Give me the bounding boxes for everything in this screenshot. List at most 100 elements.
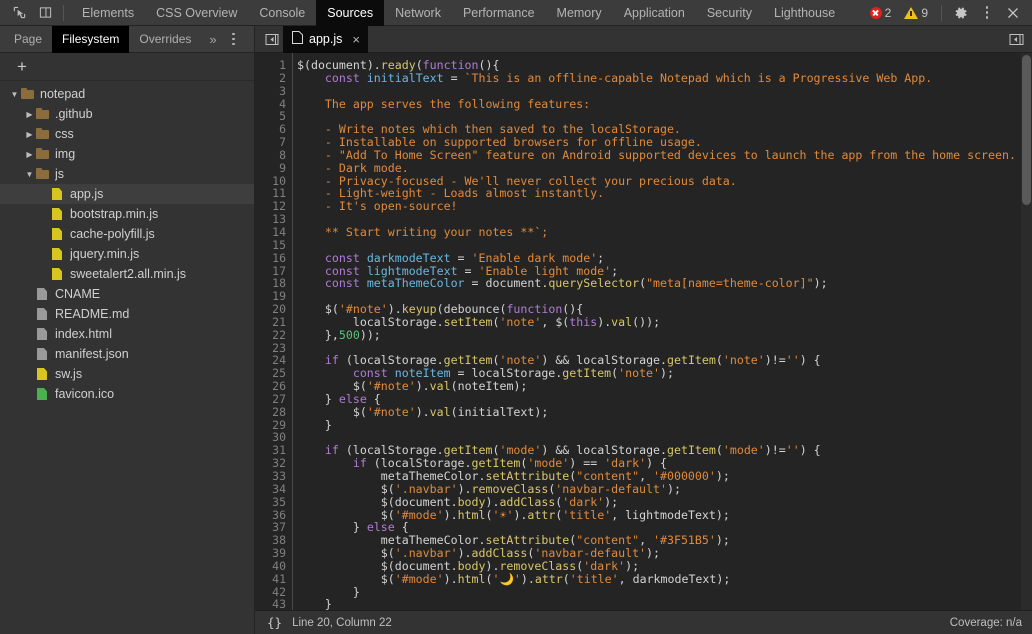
code-line[interactable]: The app serves the following features: [297,97,1032,111]
tree-item-app-js[interactable]: app.js [0,184,254,204]
nav-tab-page[interactable]: Page [4,26,52,53]
tab-application-label: Application [623,5,685,20]
code-line[interactable]: } [297,418,1032,432]
editor-tab-app-js[interactable]: app.js × [283,25,368,53]
code-line[interactable]: localStorage.setItem('note', $(this).val… [297,315,1032,329]
line-number[interactable]: 27 [255,393,286,406]
device-toolbar-icon[interactable] [32,1,58,25]
tab-elements[interactable]: Elements [71,0,145,26]
editor-vertical-scrollbar[interactable] [1021,53,1032,610]
source-code[interactable]: $(document).ready(function(){ const init… [293,53,1032,610]
code-line[interactable]: - It's open-source! [297,200,1032,213]
file-icon [51,187,64,201]
line-number[interactable]: 43 [255,598,286,610]
tab-css-overview[interactable]: CSS Overview [145,0,248,26]
file-icon [51,267,64,281]
tree-item-js[interactable]: ▼ js [0,164,254,184]
add-folder-button[interactable]: + [12,58,32,75]
line-number[interactable]: 2 [255,71,286,85]
tab-security[interactable]: Security [696,0,763,26]
chevron-right-icon[interactable]: ▶ [23,110,36,119]
chevron-down-icon[interactable]: ▼ [8,90,21,99]
editor-status-bar: {} Line 20, Column 22 Coverage: n/a [255,610,1032,634]
folder-icon [36,107,49,121]
line-number[interactable]: 40 [255,560,286,573]
show-navigator-icon[interactable] [261,30,283,48]
line-number[interactable]: 21 [255,316,286,329]
tree-item-label: cache-polyfill.js [70,227,155,241]
code-line[interactable]: } [297,598,1032,610]
tree-item-sw-js[interactable]: sw.js [0,364,254,384]
file-icon [36,367,49,381]
code-line[interactable]: } [297,585,1032,599]
tab-network[interactable]: Network [384,0,452,26]
tree-item-cache-polyfill-js[interactable]: cache-polyfill.js [0,224,254,244]
tree-item-notepad[interactable]: ▼ notepad [0,84,254,104]
show-debugger-icon[interactable] [1007,30,1025,48]
tab-sources[interactable]: Sources [316,0,385,26]
line-number[interactable]: 28 [255,405,286,419]
tree-item-sweetalert2-all-min-js[interactable]: sweetalert2.all.min.js [0,264,254,284]
tree-item-jquery-min-js[interactable]: jquery.min.js [0,244,254,264]
tree-item-index-html[interactable]: index.html [0,324,254,344]
code-line[interactable]: const metaThemeColor = document.querySel… [297,277,1032,290]
chevron-right-icon[interactable]: ▶ [23,150,36,159]
close-tab-icon[interactable]: × [352,33,360,46]
content-split: + ▼ notepad ▶ .github ▶ css ▶ img ▼ js app.js boots… [0,53,1032,634]
tree-item-cname[interactable]: CNAME [0,284,254,304]
tab-lighthouse[interactable]: Lighthouse [763,0,846,26]
line-number[interactable]: 9 [255,161,286,175]
code-line[interactable]: $('#mode').html('🌙').attr('title', darkm… [297,572,1032,586]
line-number[interactable]: 34 [255,482,286,496]
code-line[interactable]: const initialText = `This is an offline-… [297,71,1032,85]
line-number[interactable]: 35 [255,495,286,509]
tab-application[interactable]: Application [613,0,696,26]
line-number[interactable]: 15 [255,238,286,252]
line-number[interactable]: 1 [255,59,286,72]
file-icon [36,347,49,361]
line-number[interactable]: 39 [255,547,286,560]
tree-item-favicon-ico[interactable]: favicon.ico [0,384,254,404]
line-number[interactable]: 14 [255,226,286,239]
chevron-down-icon[interactable]: ▼ [23,170,36,179]
pretty-print-button[interactable]: {} [255,615,292,630]
code-line[interactable]: ** Start writing your notes **`; [297,226,1032,239]
line-number[interactable]: 22 [255,328,286,342]
tab-console[interactable]: Console [248,0,316,26]
line-number[interactable]: 33 [255,470,286,483]
nav-tab-filesystem[interactable]: Filesystem [52,25,130,53]
tab-memory[interactable]: Memory [546,0,613,26]
close-icon[interactable] [1000,1,1026,25]
line-number[interactable]: 7 [255,136,286,149]
navigator-more-options-icon[interactable] [225,27,243,51]
line-number[interactable]: 20 [255,303,286,316]
code-line[interactable]: $('#note').val(initialText); [297,405,1032,419]
code-line[interactable]: $('#note').val(noteItem); [297,380,1032,393]
code-area[interactable]: 1 2 3 4 5 6 7 8 9 10 11 12 13 14 15 16 17 18 19 20 21 22 23 24 2… [255,53,1032,610]
line-number[interactable]: 16 [255,251,286,265]
code-line[interactable]: },500)); [297,328,1032,342]
more-tabs-icon[interactable]: » [201,32,224,47]
tree-item-img[interactable]: ▶ img [0,144,254,164]
warning-badge[interactable]: 9 [900,6,937,20]
line-number[interactable]: 41 [255,572,286,586]
tab-performance[interactable]: Performance [452,0,546,26]
line-number[interactable]: 26 [255,380,286,393]
line-number[interactable]: 3 [255,84,286,98]
scrollbar-thumb[interactable] [1022,55,1031,205]
tree-item-css[interactable]: ▶ css [0,124,254,144]
tree-item-label: bootstrap.min.js [70,207,159,221]
tree-item-readme-md[interactable]: README.md [0,304,254,324]
nav-tab-overrides[interactable]: Overrides [129,26,201,53]
chevron-right-icon[interactable]: ▶ [23,130,36,139]
more-vertical-icon[interactable] [974,1,1000,25]
error-badge[interactable]: 2 [866,6,901,20]
gear-icon[interactable] [948,1,974,25]
tree-item-label: index.html [55,327,112,341]
inspect-cursor-icon[interactable] [6,1,32,25]
tree-item--github[interactable]: ▶ .github [0,104,254,124]
line-number[interactable]: 8 [255,149,286,162]
tree-item-bootstrap-min-js[interactable]: bootstrap.min.js [0,204,254,224]
tree-item-manifest-json[interactable]: manifest.json [0,344,254,364]
folder-icon [36,167,49,181]
